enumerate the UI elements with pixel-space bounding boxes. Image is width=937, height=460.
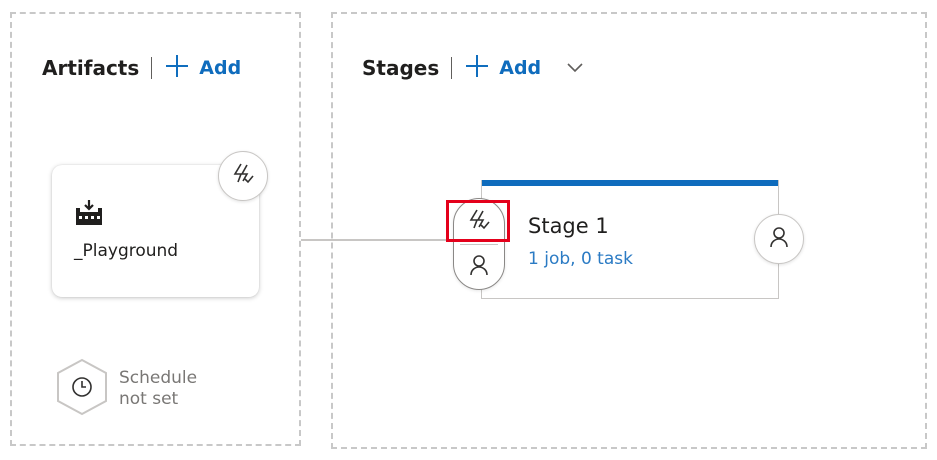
- artifacts-header: Artifacts Add: [42, 54, 241, 82]
- plus-icon: [465, 54, 489, 82]
- highlight-box: [446, 200, 510, 242]
- stages-title: Stages: [362, 56, 440, 80]
- stages-header: Stages Add: [362, 54, 583, 82]
- artifact-name: _Playground: [74, 241, 179, 261]
- add-artifact-label: Add: [199, 57, 242, 79]
- chevron-down-icon[interactable]: [567, 63, 583, 73]
- add-stage-button[interactable]: Add: [465, 54, 583, 82]
- header-divider: [451, 57, 453, 79]
- person-icon: [469, 254, 489, 280]
- build-artifact-icon: [74, 199, 104, 231]
- pre-deployment-approvals-button[interactable]: [454, 245, 504, 289]
- lightning-icon: [232, 162, 254, 190]
- stage-card[interactable]: Stage 1 1 job, 0 task: [481, 180, 779, 299]
- schedule-line-2: not set: [119, 389, 179, 409]
- stage-tasks-link[interactable]: 1 job, 0 task: [528, 249, 633, 269]
- person-icon: [769, 226, 789, 252]
- continuous-deployment-trigger-button[interactable]: [218, 151, 268, 201]
- artifacts-title: Artifacts: [42, 56, 140, 80]
- pipeline-connector: [301, 239, 454, 241]
- stage-accent-bar: [482, 180, 778, 186]
- clock-icon: [55, 358, 109, 420]
- header-divider: [151, 57, 153, 79]
- plus-icon: [165, 54, 189, 82]
- post-deployment-approvals-button[interactable]: [754, 214, 804, 264]
- add-stage-label: Add: [499, 57, 542, 79]
- schedule-line-1: Schedule: [119, 368, 198, 388]
- schedule-trigger[interactable]: Schedule not set: [55, 358, 197, 420]
- schedule-status: Schedule not set: [119, 368, 197, 410]
- stage-name[interactable]: Stage 1: [528, 214, 609, 238]
- add-artifact-button[interactable]: Add: [165, 54, 241, 82]
